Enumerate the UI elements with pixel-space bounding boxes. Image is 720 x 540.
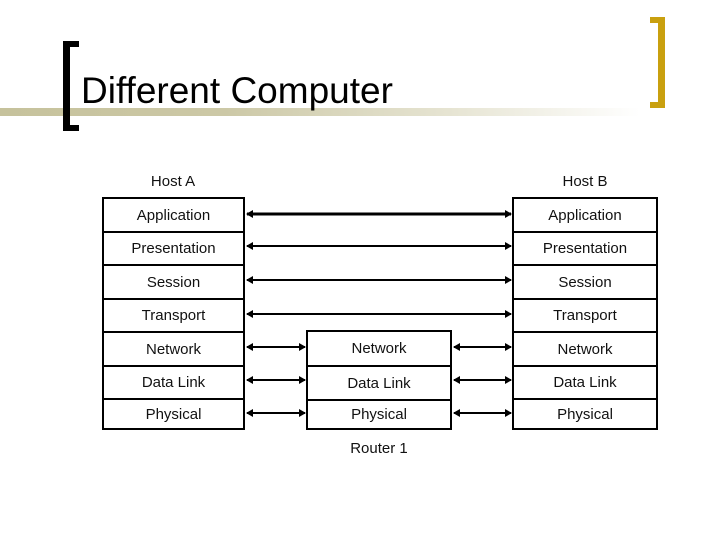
host-a-layer-session: Session [104, 264, 243, 298]
host-b-layer-presentation: Presentation [514, 231, 656, 264]
router-label: Router 1 [350, 440, 408, 457]
host-b-layer-application: Application [548, 206, 622, 224]
host-a-stack: Application Presentation Session Transport N… [102, 197, 245, 430]
router-layer-network: Network [351, 340, 407, 357]
arrowhead-right-icon [505, 343, 512, 351]
host-a-layer-transport: Transport [104, 298, 243, 331]
arrowhead-left-icon [246, 210, 253, 218]
host-a-layer-data-link: Data Link [104, 365, 243, 398]
slide-title: Different Computer [81, 70, 393, 111]
arrowhead-left-icon [453, 343, 460, 351]
host-b-layer-network: Network [514, 331, 656, 365]
arrowhead-right-icon [505, 242, 512, 250]
host-b-layer-transport: Transport [514, 298, 656, 331]
arrowhead-right-icon [505, 210, 512, 218]
arrowhead-left-icon [246, 242, 253, 250]
arrowhead-right-icon [505, 376, 512, 384]
arrowhead-left-icon [246, 310, 253, 318]
arrowhead-left-icon [246, 376, 253, 384]
router-layer-data-link: Data Link [308, 365, 450, 399]
host-a-layer-physical: Physical [104, 398, 243, 428]
slide: Different Computer Host A Application Pre… [0, 0, 720, 540]
host-a-layer-application: Application [136, 206, 211, 224]
host-b-layer-physical: Physical [514, 398, 656, 428]
host-b-layer-data-link: Data Link [514, 365, 656, 398]
arrowhead-left-icon [246, 343, 253, 351]
host-a-layer-network: Network [104, 331, 243, 365]
arrowhead-left-icon [246, 409, 253, 417]
arrowhead-right-icon [299, 343, 306, 351]
host-a-layer-presentation: Presentation [104, 231, 243, 264]
arrowhead-left-icon [246, 276, 253, 284]
arrowhead-right-icon [505, 310, 512, 318]
arrowhead-right-icon [299, 376, 306, 384]
host-b-layer-session: Session [514, 264, 656, 298]
router-layer-physical: Physical [308, 399, 450, 428]
host-a-label: Host A [150, 173, 196, 190]
arrowhead-right-icon [505, 409, 512, 417]
host-b-label: Host B [562, 173, 608, 190]
router-stack: Network Data Link Physical [306, 330, 452, 430]
arrowhead-right-icon [299, 409, 306, 417]
arrowhead-right-icon [505, 276, 512, 284]
arrowhead-left-icon [453, 376, 460, 384]
host-b-stack: Application Presentation Session Transport N… [512, 197, 658, 430]
arrowhead-left-icon [453, 409, 460, 417]
